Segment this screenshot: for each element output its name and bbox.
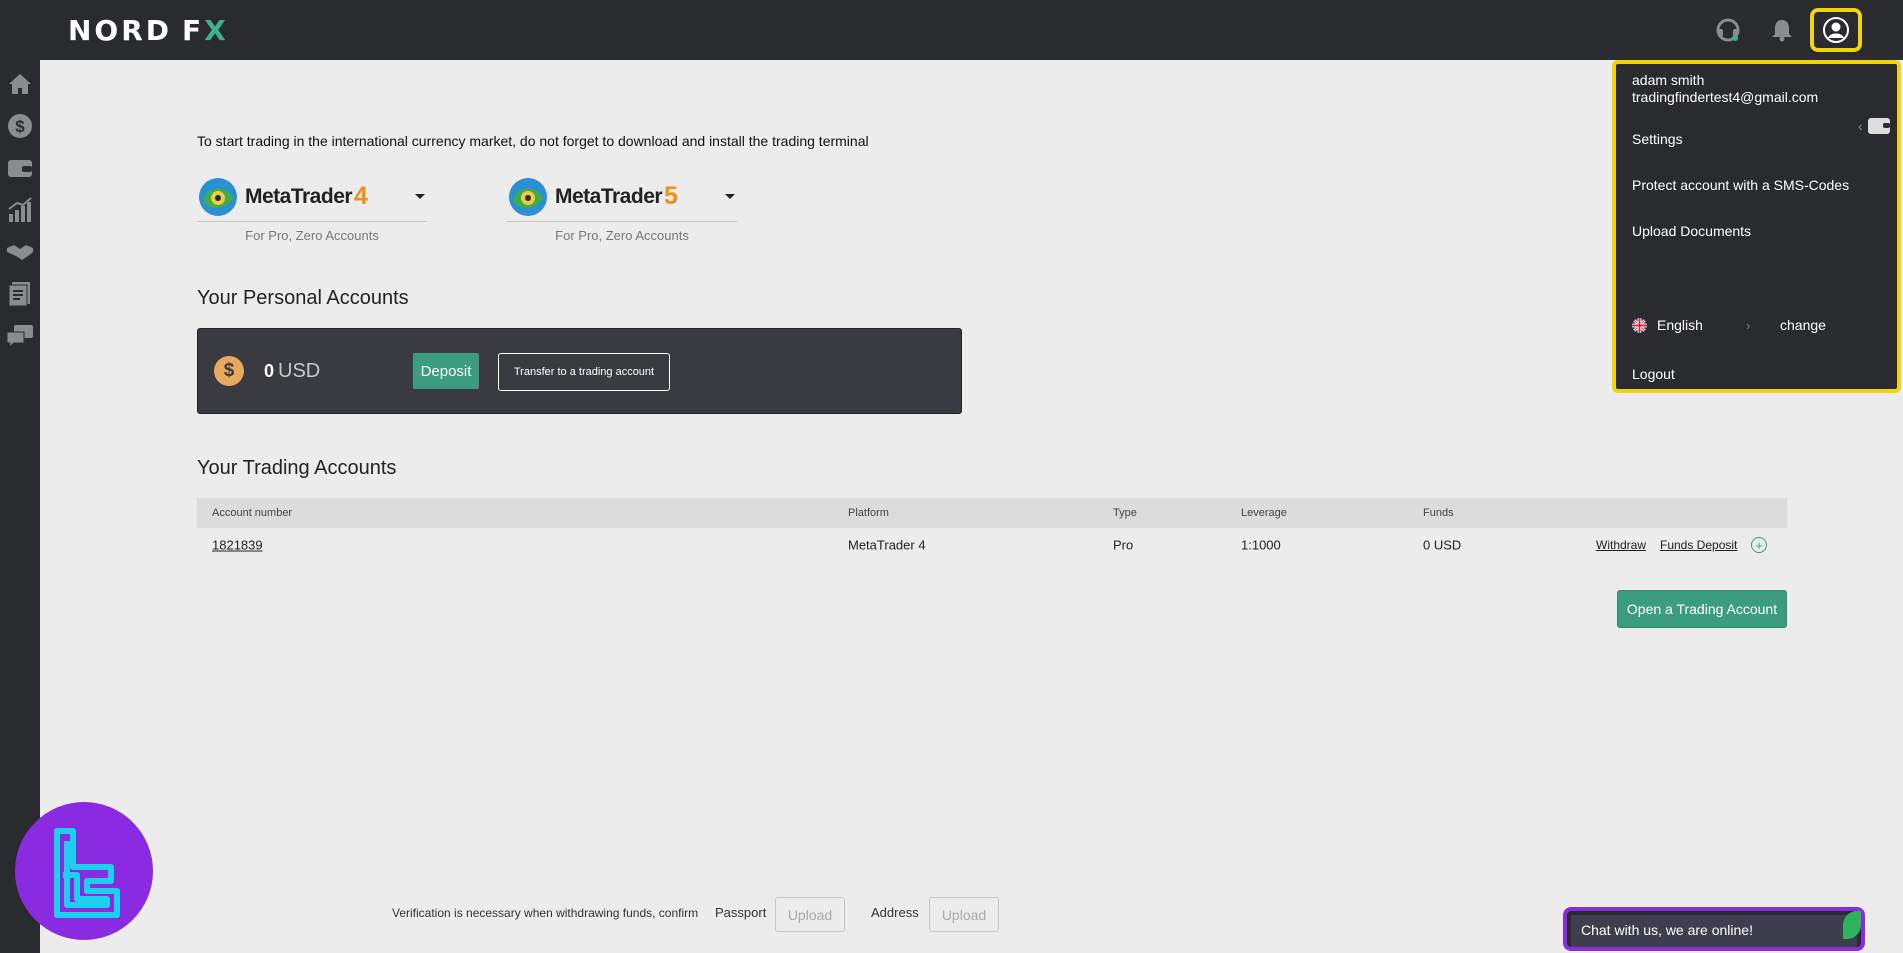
- user-email: tradingfindertest4@gmail.com: [1632, 89, 1819, 105]
- sidebar: $: [0, 60, 40, 953]
- dollar-coin-icon: $: [214, 356, 244, 386]
- col-platform: Platform: [848, 507, 889, 519]
- col-funds: Funds: [1423, 507, 1454, 519]
- dollar-icon[interactable]: $: [6, 112, 34, 140]
- user-name: adam smith: [1632, 72, 1705, 88]
- table-row: 1821839 MetaTrader 4 Pro 1:1000 0 USD Wi…: [197, 528, 1787, 562]
- platform-name: MetaTrader: [555, 184, 663, 208]
- menu-item-logout[interactable]: Logout: [1632, 366, 1675, 382]
- personal-account-card: $ 0 USD Deposit Transfer to a trading acc…: [197, 328, 962, 414]
- account-platform: MetaTrader 4: [848, 537, 926, 553]
- uk-flag-icon: [1632, 317, 1647, 333]
- balance: 0 USD: [264, 360, 321, 382]
- platform-version: 5: [664, 182, 678, 210]
- menu-item-protect-sms[interactable]: Protect account with a SMS-Codes: [1632, 177, 1849, 193]
- chat-bubbles-icon[interactable]: [6, 322, 34, 350]
- logo-nord-text: NORD: [68, 13, 173, 47]
- col-account-number: Account number: [212, 507, 293, 519]
- table-header: Account number Platform Type Leverage Fu…: [197, 498, 1787, 528]
- account-number-link[interactable]: 1821839: [212, 538, 263, 553]
- handshake-icon[interactable]: [6, 238, 34, 266]
- withdraw-link[interactable]: Withdraw: [1596, 538, 1646, 552]
- headset-icon[interactable]: [1712, 14, 1744, 46]
- col-type: Type: [1113, 507, 1137, 519]
- top-bar: NORD FX: [0, 0, 1903, 60]
- account-leverage: 1:1000: [1241, 537, 1281, 553]
- user-icon: [1823, 17, 1849, 43]
- personal-accounts-heading: Your Personal Accounts: [197, 287, 409, 309]
- passport-label: Passport: [715, 905, 767, 920]
- account-funds: 0 USD: [1423, 537, 1462, 553]
- bell-icon[interactable]: [1766, 14, 1798, 46]
- language-selector[interactable]: English: [1632, 317, 1703, 333]
- platform-version: 4: [354, 182, 368, 210]
- chart-icon[interactable]: [6, 196, 34, 224]
- menu-item-settings[interactable]: Settings: [1632, 131, 1683, 147]
- deposit-button[interactable]: Deposit: [413, 353, 479, 389]
- change-language-link[interactable]: change: [1780, 317, 1826, 333]
- open-trading-account-button[interactable]: Open a Trading Account: [1617, 590, 1787, 628]
- platform-subtitle: For Pro, Zero Accounts: [245, 228, 379, 243]
- platform-name: MetaTrader: [245, 184, 353, 208]
- wallet-icon[interactable]: [6, 154, 34, 182]
- chat-label: Chat with us, we are online!: [1571, 915, 1857, 947]
- leaf-icon: [1843, 911, 1861, 939]
- user-dropdown-menu: adam smith tradingfindertest4@gmail.com …: [1612, 60, 1901, 393]
- metatrader-5-logo: [509, 177, 547, 216]
- home-icon[interactable]: [6, 70, 34, 98]
- user-menu-button[interactable]: [1810, 8, 1862, 52]
- documents-icon[interactable]: [6, 280, 34, 308]
- address-label: Address: [871, 905, 919, 920]
- platform-subtitle: For Pro, Zero Accounts: [555, 228, 689, 243]
- menu-item-upload-documents[interactable]: Upload Documents: [1632, 223, 1751, 239]
- trading-accounts-heading: Your Trading Accounts: [197, 457, 397, 479]
- dropdown-caret-icon[interactable]: [725, 194, 735, 199]
- logo-fx-text: FX: [182, 13, 229, 47]
- svg-text:$: $: [15, 117, 25, 136]
- account-type: Pro: [1113, 537, 1134, 553]
- dropdown-caret-icon[interactable]: [415, 194, 425, 199]
- upload-passport-button[interactable]: Upload: [775, 897, 845, 932]
- transfer-button[interactable]: Transfer to a trading account: [498, 353, 670, 391]
- nordfx-logo[interactable]: NORD FX: [68, 13, 229, 47]
- chevron-left-icon: ‹: [1858, 118, 1863, 134]
- intro-text: To start trading in the international cu…: [197, 133, 869, 149]
- verification-text: Verification is necessary when withdrawi…: [392, 906, 699, 920]
- add-icon[interactable]: +: [1751, 537, 1767, 553]
- funds-deposit-link[interactable]: Funds Deposit: [1660, 538, 1737, 552]
- trading-accounts-table: Account number Platform Type Leverage Fu…: [197, 498, 1787, 562]
- platform-mt4[interactable]: MetaTrader 4 For Pro, Zero Accounts: [197, 172, 427, 243]
- wallet-tab-icon: [1867, 118, 1890, 134]
- platform-mt5[interactable]: MetaTrader 5 For Pro, Zero Accounts: [507, 172, 737, 243]
- panel-toggle[interactable]: ‹: [1858, 117, 1891, 135]
- watermark-logo: [15, 802, 153, 940]
- language-label: English: [1657, 317, 1703, 333]
- chevron-right-icon: ›: [1746, 318, 1751, 333]
- upload-address-button[interactable]: Upload: [929, 897, 999, 932]
- chat-widget[interactable]: Chat with us, we are online!: [1563, 907, 1865, 951]
- metatrader-4-logo: [199, 177, 237, 216]
- col-leverage: Leverage: [1241, 507, 1287, 519]
